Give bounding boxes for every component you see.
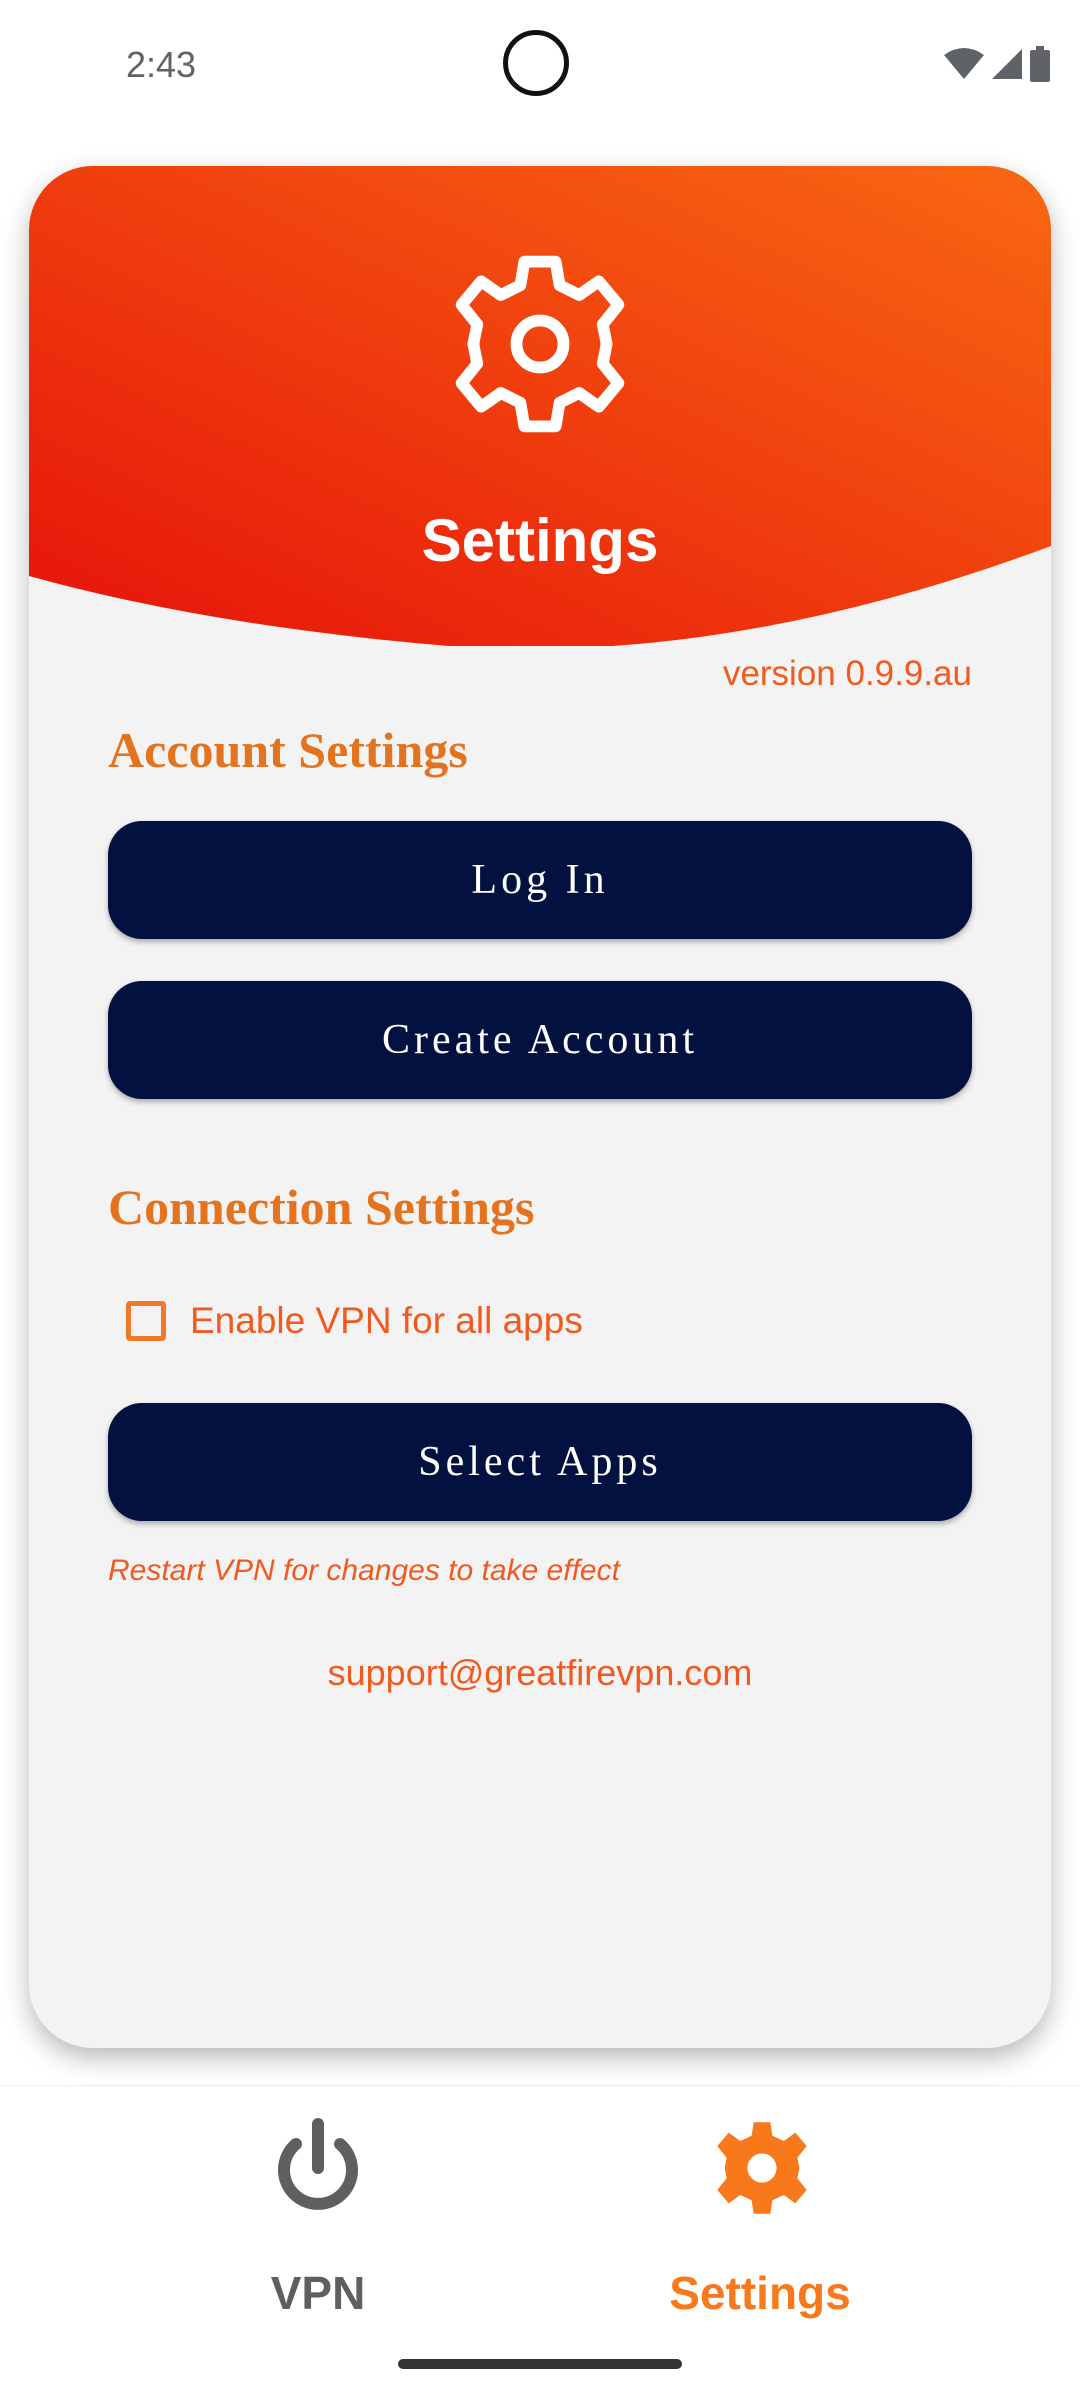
enable-vpn-checkbox[interactable] (126, 1301, 166, 1341)
gear-icon (442, 246, 638, 447)
wifi-icon (944, 47, 984, 81)
nav-item-vpn[interactable]: VPN (168, 2086, 468, 2319)
nav-item-settings[interactable]: Settings (610, 2086, 910, 2319)
support-email-link[interactable]: support@greatfirevpn.com (29, 1652, 1051, 1694)
enable-vpn-label[interactable]: Enable VPN for all apps (190, 1300, 583, 1342)
home-indicator[interactable] (398, 2359, 682, 2369)
status-bar: 2:43 (0, 0, 1080, 130)
restart-note: Restart VPN for changes to take effect (108, 1554, 620, 1587)
nav-label-vpn: VPN (270, 2267, 366, 2319)
power-icon (268, 2116, 368, 2231)
cellular-signal-icon (990, 47, 1024, 81)
create-account-button[interactable]: Create Account (108, 981, 972, 1099)
status-time: 2:43 (126, 44, 197, 85)
settings-card: Settings version 0.9.9.au Account Settin… (29, 166, 1051, 2048)
gear-icon (710, 2116, 814, 2225)
select-apps-button[interactable]: Select Apps (108, 1403, 972, 1521)
status-icons (944, 46, 1050, 82)
bottom-navigation: VPN Settings (0, 2085, 1080, 2401)
camera-cutout (503, 30, 569, 96)
account-settings-heading: Account Settings (108, 722, 468, 778)
page-title: Settings (421, 507, 659, 574)
nav-label-settings: Settings (669, 2267, 851, 2319)
connection-settings-heading: Connection Settings (108, 1179, 535, 1235)
log-in-button[interactable]: Log In (108, 821, 972, 939)
battery-icon (1030, 46, 1050, 82)
enable-vpn-row[interactable]: Enable VPN for all apps (126, 1300, 583, 1342)
version-label: version 0.9.9.au (722, 654, 972, 693)
